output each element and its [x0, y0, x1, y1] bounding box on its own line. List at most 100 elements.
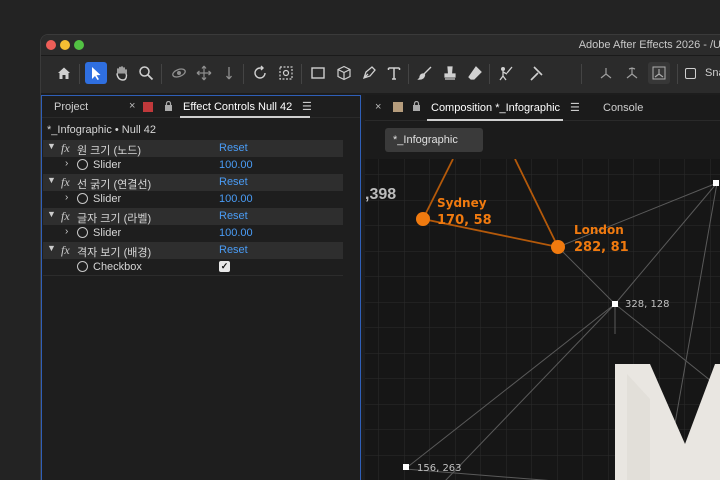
eraser-icon[interactable] [464, 62, 486, 84]
layer-color-swatch [143, 102, 153, 112]
param-value[interactable]: 100.00 [219, 193, 253, 205]
rectangle-icon[interactable] [307, 62, 329, 84]
effect-row[interactable]: ▼ fx 글자 크기 (라벨) Reset [43, 208, 343, 225]
reset-link[interactable]: Reset [219, 244, 248, 256]
composition-viewer[interactable]: ,398 Sydney 170, 58 London 282, 81 328, … [365, 159, 720, 480]
stopwatch-icon[interactable] [77, 193, 88, 204]
desktop: Adobe After Effects 2026 - /U Sn Project… [0, 0, 720, 480]
puppet-pin-icon[interactable] [525, 62, 547, 84]
roto-brush-icon[interactable] [495, 62, 517, 84]
chevron-right-icon[interactable]: › [65, 226, 68, 237]
param-name: Slider [93, 193, 122, 205]
maximize-window-button[interactable] [74, 40, 84, 50]
panel-tabs: Project × Effect Controls Null 42 ☰ [42, 96, 360, 118]
toolbar-separator [301, 64, 302, 84]
chevron-right-icon[interactable]: › [65, 158, 68, 169]
effect-row[interactable]: ▼ fx 선 굵기 (연결선) Reset [43, 174, 343, 191]
effect-name: 격자 보기 (배경) [77, 247, 152, 259]
node-coords-label: 282, 81 [574, 240, 629, 255]
axis-view-icon[interactable] [648, 62, 670, 84]
reset-link[interactable]: Reset [219, 210, 248, 222]
param-row: › Slider 100.00 [43, 225, 343, 242]
fx-icon[interactable]: fx [61, 141, 70, 156]
effect-name: 원 크기 (노드) [77, 145, 142, 157]
home-icon[interactable] [53, 62, 75, 84]
rotate-icon[interactable] [249, 62, 271, 84]
param-value[interactable]: 100.00 [219, 159, 253, 171]
node-coords-label: 156, 263 [417, 463, 462, 474]
snapping-checkbox[interactable] [685, 68, 696, 79]
axis-local-icon[interactable] [595, 62, 617, 84]
stopwatch-icon[interactable] [77, 159, 88, 170]
selection-icon[interactable] [85, 62, 107, 84]
panel-menu-icon[interactable]: ☰ [570, 101, 580, 114]
type-icon[interactable] [383, 62, 405, 84]
toolbar-separator [243, 64, 244, 84]
anchor-icon[interactable] [275, 62, 297, 84]
clone-stamp-icon[interactable] [439, 62, 461, 84]
param-value[interactable]: 100.00 [219, 227, 253, 239]
fx-icon[interactable]: fx [61, 175, 70, 190]
toolbar: Sna [41, 55, 720, 93]
hand-icon[interactable] [111, 62, 133, 84]
lock-icon[interactable] [164, 100, 173, 114]
node-name-label: Sydney [437, 196, 487, 210]
effect-name: 선 굵기 (연결선) [77, 179, 152, 191]
effect-row[interactable]: ▼ fx 원 크기 (노드) Reset [43, 140, 343, 157]
comp-viewer-tab[interactable]: *_Infographic [385, 128, 483, 152]
chevron-down-icon[interactable]: ▼ [47, 141, 56, 151]
toolbar-separator [79, 64, 80, 84]
close-window-button[interactable] [46, 40, 56, 50]
chevron-down-icon[interactable]: ▼ [47, 243, 56, 253]
orbit-icon[interactable] [168, 62, 190, 84]
comp-canvas: ,398 Sydney 170, 58 London 282, 81 328, … [365, 159, 720, 480]
pen-icon[interactable] [358, 62, 380, 84]
chevron-down-icon[interactable]: ▼ [47, 209, 56, 219]
effect-name: 글자 크기 (라벨) [77, 213, 152, 225]
node-sydney[interactable] [416, 212, 430, 226]
axis-world-icon[interactable] [621, 62, 643, 84]
toolbar-separator [581, 64, 582, 84]
app-window: Adobe After Effects 2026 - /U Sn Project… [40, 34, 720, 480]
fx-icon[interactable]: fx [61, 243, 70, 258]
cube-icon[interactable] [333, 62, 355, 84]
param-row: Checkbox ✓ [43, 259, 343, 276]
close-tab-icon[interactable]: × [129, 100, 135, 112]
tab-composition[interactable]: Composition *_Infographic [431, 102, 560, 114]
node-point[interactable] [713, 180, 719, 186]
dolly-icon[interactable] [218, 62, 240, 84]
tab-project[interactable]: Project [54, 101, 88, 113]
param-row: › Slider 100.00 [43, 157, 343, 174]
grid-checkbox[interactable]: ✓ [219, 261, 230, 272]
tab-effect-controls[interactable]: Effect Controls Null 42 [183, 101, 292, 113]
node-point[interactable] [403, 464, 409, 470]
toolbar-separator [161, 64, 162, 84]
fx-icon[interactable]: fx [61, 209, 70, 224]
param-row: › Slider 100.00 [43, 191, 343, 208]
stopwatch-icon[interactable] [77, 227, 88, 238]
toolbar-separator [408, 64, 409, 84]
layer-title: *_Infographic • Null 42 [47, 124, 157, 136]
reset-link[interactable]: Reset [219, 176, 248, 188]
window-title: Adobe After Effects 2026 - /U [578, 39, 720, 51]
chevron-down-icon[interactable]: ▼ [47, 175, 56, 185]
panel-menu-icon[interactable]: ☰ [302, 100, 312, 113]
close-tab-icon[interactable]: × [375, 101, 381, 113]
composition-panel: × Composition *_Infographic ☰ Console *_… [365, 95, 720, 480]
chevron-right-icon[interactable]: › [65, 192, 68, 203]
brush-icon[interactable] [414, 62, 436, 84]
param-name: Checkbox [93, 261, 142, 273]
node-point[interactable] [612, 301, 618, 307]
effect-controls-panel: Project × Effect Controls Null 42 ☰ *_In… [41, 95, 361, 480]
stopwatch-icon[interactable] [77, 261, 88, 272]
toolbar-separator [677, 64, 678, 84]
reset-link[interactable]: Reset [219, 142, 248, 154]
minimize-window-button[interactable] [60, 40, 70, 50]
effect-row[interactable]: ▼ fx 격자 보기 (배경) Reset [43, 242, 343, 259]
tab-console[interactable]: Console [603, 102, 643, 114]
lock-icon[interactable] [412, 100, 421, 114]
toolbar-separator [489, 64, 490, 84]
zoom-icon[interactable] [135, 62, 157, 84]
pan-icon[interactable] [193, 62, 215, 84]
node-london[interactable] [551, 240, 565, 254]
